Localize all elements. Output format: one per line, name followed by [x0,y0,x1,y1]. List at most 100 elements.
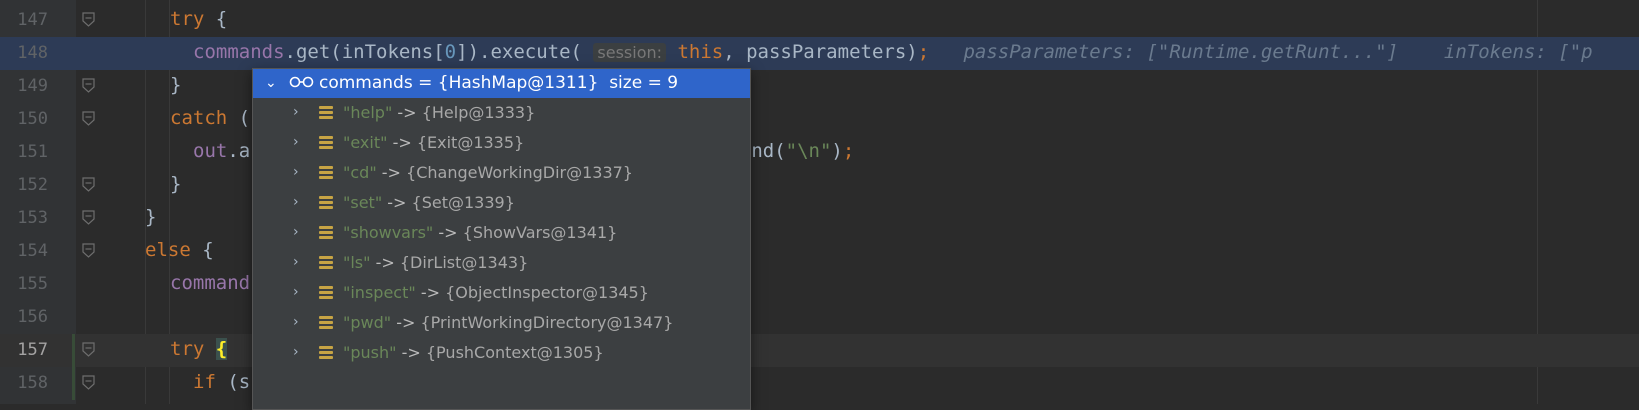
fold-marker-icon[interactable] [82,12,95,27]
code-token: (s [215,371,251,393]
map-entry-row[interactable]: › "inspect" -> {ObjectInspector@1345} [253,278,750,308]
fold-marker-icon[interactable] [82,177,95,192]
line-number: 147 [17,10,48,30]
code-text: catch ( [170,107,250,129]
fold-marker-icon[interactable] [82,243,95,258]
code-text: if (s [193,371,250,393]
debug-value-popup[interactable]: ⌄ commands = {HashMap@1311} size = 9 › "h… [252,68,751,410]
line-number: 148 [17,43,48,63]
line-number: 154 [17,241,48,261]
code-line[interactable]: 148 commands.get(inTokens[0]).execute( se… [0,37,1639,70]
line-number: 153 [17,208,48,228]
chevron-right-icon[interactable]: › [293,224,299,240]
code-token: else [145,239,191,261]
field-icon [319,106,333,120]
entry-arrow: -> [438,223,458,242]
entry-text: "help" -> {Help@1333} [343,103,535,122]
parameter-hint: session: [593,43,667,62]
code-token: ) [831,140,843,162]
entry-value: {Help@1333} [421,103,536,122]
variable-size: size = 9 [609,73,679,93]
code-line[interactable]: 153} [0,202,1639,235]
chevron-right-icon[interactable]: › [293,284,299,300]
variable-type: {HashMap@1311} [437,73,599,93]
chevron-right-icon[interactable]: › [293,314,299,330]
code-token: catch [170,107,228,129]
map-entry-row[interactable]: › "help" -> {Help@1333} [253,98,750,128]
code-line[interactable]: 152} [0,169,1639,202]
entry-value: {ShowVars@1341} [462,223,618,242]
field-icon [319,196,333,210]
fold-marker-icon[interactable] [82,111,95,126]
code-token: command [170,272,251,294]
code-token: { [204,8,228,30]
entry-arrow: -> [401,343,421,362]
code-line[interactable]: 154 else { [0,235,1639,268]
map-entry-row[interactable]: › "set" -> {Set@1339} [253,188,750,218]
entry-arrow: -> [381,163,401,182]
fold-marker-icon[interactable] [82,78,95,93]
code-token: .get(inTokens[ [284,41,445,63]
code-line[interactable]: 151 out.a ppend("\n"); [0,136,1639,169]
map-entry-row[interactable]: › "cd" -> {ChangeWorkingDir@1337} [253,158,750,188]
entry-key: "set" [343,193,383,212]
code-token: "\n" [785,140,832,162]
code-line[interactable]: 150 catch ( [0,103,1639,136]
code-text: } [170,74,181,96]
code-token: } [170,173,182,195]
chevron-right-icon[interactable]: › [293,134,299,150]
entry-key: "push" [343,343,397,362]
fold-marker-icon[interactable] [82,210,95,225]
watch-glasses-icon [289,76,314,88]
chevron-right-icon[interactable]: › [293,104,299,120]
line-number: 149 [17,76,48,96]
chevron-right-icon[interactable]: › [293,254,299,270]
entry-text: "cd" -> {ChangeWorkingDir@1337} [343,163,633,182]
code-token: } [170,74,182,96]
map-entry-row[interactable]: › "exit" -> {Exit@1335} [253,128,750,158]
map-entry-row[interactable]: › "pwd" -> {PrintWorkingDirectory@1347} [253,308,750,338]
fold-marker-icon[interactable] [82,375,95,390]
entry-key: "pwd" [343,313,392,332]
code-token: ( [227,107,251,129]
entry-text: "pwd" -> {PrintWorkingDirectory@1347} [343,313,673,332]
popup-header-row[interactable]: ⌄ commands = {HashMap@1311} size = 9 [253,69,750,98]
entry-value: {PushContext@1305} [425,343,604,362]
chevron-right-icon[interactable]: › [293,344,299,360]
code-line[interactable]: 156 [0,301,1639,334]
line-number: 152 [17,175,48,195]
line-number: 156 [17,307,48,327]
entry-arrow: -> [375,253,395,272]
field-icon [319,286,333,300]
entry-arrow: -> [420,283,440,302]
line-number: 155 [17,274,48,294]
code-text: } [170,173,181,195]
variable-name: commands [319,73,413,93]
map-entry-row[interactable]: › "ls" -> {DirList@1343} [253,248,750,278]
map-entry-row[interactable]: › "showvars" -> {ShowVars@1341} [253,218,750,248]
fold-marker-icon[interactable] [82,342,95,357]
code-line[interactable]: 157 try { [0,334,1639,367]
code-token: { [190,239,214,261]
chevron-down-icon[interactable]: ⌄ [265,75,277,91]
chevron-right-icon[interactable]: › [293,194,299,210]
line-number: 150 [17,109,48,129]
code-line[interactable]: 149} [0,70,1639,103]
map-entry-row[interactable]: › "push" -> {PushContext@1305} [253,338,750,368]
chevron-right-icon[interactable]: › [293,164,299,180]
entry-value: {Set@1339} [411,193,515,212]
line-number: 158 [17,373,48,393]
code-token: ; [842,140,855,162]
code-line[interactable]: 155 command [0,268,1639,301]
code-line[interactable]: 147 try { [0,4,1639,37]
code-token: , passParameters) [723,41,918,63]
field-icon [319,226,333,240]
code-line[interactable]: 158 if (s [0,367,1639,400]
entry-key: "inspect" [343,283,416,302]
entry-value: {Exit@1335} [416,133,525,152]
code-token: { [215,338,228,360]
entry-text: "ls" -> {DirList@1343} [343,253,528,272]
field-icon [319,166,333,180]
entry-arrow: -> [396,313,416,332]
